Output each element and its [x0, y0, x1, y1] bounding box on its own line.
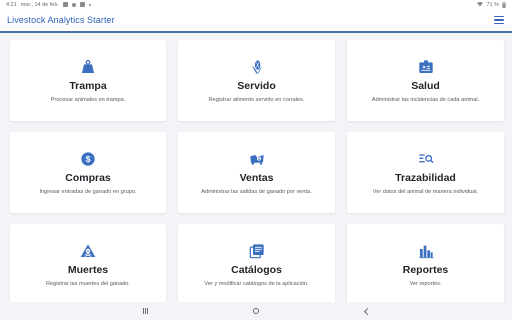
system-nav-bar	[0, 302, 512, 320]
more-notifications-icon	[88, 3, 91, 6]
weight-icon	[80, 59, 96, 75]
battery-percent: 71 %	[486, 1, 499, 8]
card-trampa[interactable]: Trampa Procesar animales en trampa.	[10, 40, 166, 121]
card-description: Administrar las salidas de ganado por ve…	[201, 189, 312, 195]
card-compras[interactable]: $ Compras Ingresar entradas de ganado en…	[10, 132, 166, 213]
card-title: Reportes	[402, 264, 449, 276]
cloud-icon	[62, 2, 68, 7]
list-search-icon	[418, 151, 434, 167]
card-description: Ingresar entradas de ganado en grupo.	[39, 189, 137, 195]
dollar-coin-icon: $	[80, 151, 96, 167]
medical-id-icon	[418, 59, 434, 75]
status-date: mar., 14 de feb.	[20, 1, 59, 8]
card-title: Trampa	[69, 80, 107, 92]
card-muertes[interactable]: Muertes Registrar las muertes del ganado…	[10, 224, 166, 305]
card-title: Muertes	[67, 264, 109, 276]
card-description: Ver y modificar catálogos de la aplicaci…	[204, 281, 309, 287]
svg-text:$: $	[258, 157, 260, 161]
card-description: Registrar alimento servido en corrales.	[208, 97, 305, 103]
card-description: Procesar animales en trampa.	[50, 97, 126, 103]
truck-dollar-icon: $	[249, 151, 265, 167]
status-left: 4:21 mar., 14 de feb.	[6, 2, 91, 8]
card-description: Ver reportes.	[409, 281, 442, 287]
app-notification-icon	[79, 2, 85, 7]
card-trazabilidad[interactable]: Trazabilidad Ver datos del animal de man…	[347, 132, 504, 213]
notification-icon	[71, 2, 76, 7]
corn-icon	[249, 59, 265, 75]
card-description: Ver datos del animal de manera individua…	[372, 189, 479, 195]
home-icon[interactable]	[251, 306, 261, 316]
status-time: 4:21	[6, 1, 17, 8]
card-title: Servido	[237, 80, 276, 92]
module-grid: Trampa Procesar animales en trampa. Serv…	[10, 40, 504, 305]
card-description: Administrar las incidencias de cada anim…	[371, 97, 480, 103]
app-title: Livestock Analytics Starter	[7, 15, 115, 25]
card-reportes[interactable]: Reportes Ver reportes.	[347, 224, 504, 305]
status-bar: 4:21 mar., 14 de feb. 71 %	[0, 0, 512, 9]
svg-text:$: $	[86, 154, 91, 164]
back-icon[interactable]	[361, 306, 371, 316]
card-title: Ventas	[239, 172, 274, 184]
recents-icon[interactable]	[141, 306, 151, 316]
card-title: Catálogos	[231, 264, 282, 276]
app-bar: Livestock Analytics Starter	[0, 9, 512, 33]
card-salud[interactable]: Salud Administrar las incidencias de cad…	[347, 40, 504, 121]
card-ventas[interactable]: $ Ventas Administrar las salidas de gana…	[178, 132, 335, 213]
card-catalogos[interactable]: Catálogos Ver y modificar catálogos de l…	[178, 224, 335, 305]
card-servido[interactable]: Servido Registrar alimento servido en co…	[178, 40, 335, 121]
card-title: Trazabilidad	[395, 172, 456, 184]
wifi-icon	[477, 2, 484, 7]
skull-warning-icon	[80, 243, 96, 259]
card-description: Registrar las muertes del ganado.	[46, 281, 130, 287]
bar-chart-icon	[418, 243, 434, 259]
catalog-icon	[249, 243, 265, 259]
battery-icon	[502, 1, 506, 8]
status-right: 71 %	[477, 1, 506, 8]
card-title: Compras	[65, 172, 111, 184]
card-title: Salud	[411, 80, 440, 92]
hamburger-menu-icon[interactable]	[494, 16, 504, 24]
